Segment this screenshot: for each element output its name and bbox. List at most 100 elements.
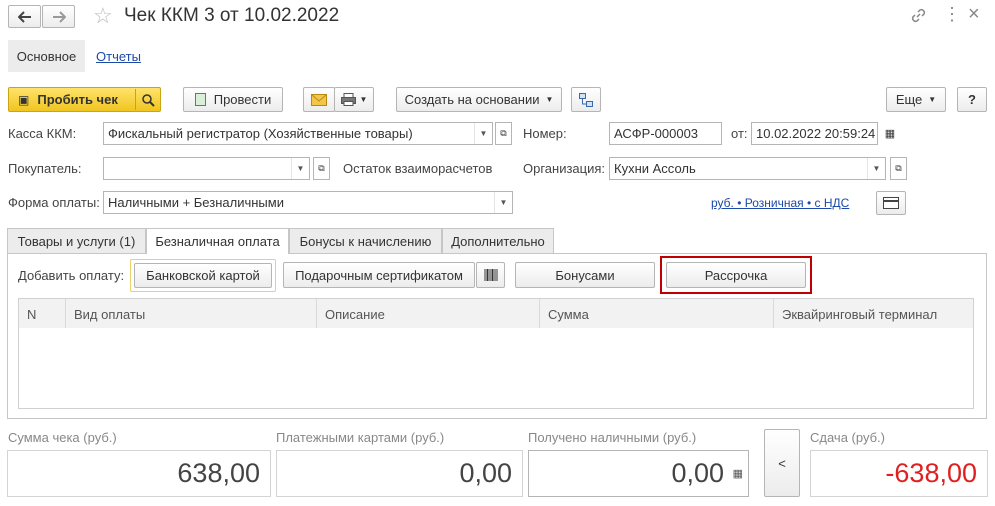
from-label: от: xyxy=(731,126,748,141)
barcode-icon xyxy=(484,269,497,281)
structure-icon xyxy=(579,92,593,107)
tab-goods-label: Товары и услуги (1) xyxy=(17,233,136,249)
column-n: N xyxy=(19,299,66,329)
column-payment-type: Вид оплаты xyxy=(66,299,317,329)
cash-received-field[interactable]: 0,00 ▦ xyxy=(528,450,749,497)
bank-card-label: Банковской картой xyxy=(146,268,260,283)
date-field[interactable]: 10.02.2022 20:59:24 xyxy=(751,122,878,145)
column-sum: Сумма xyxy=(540,299,774,329)
tab-cashless[interactable]: Безналичная оплата xyxy=(146,228,289,254)
cash-register-button[interactable] xyxy=(876,191,906,215)
forward-button[interactable] xyxy=(42,5,75,28)
punch-check-label: Пробить чек xyxy=(37,92,118,107)
org-field[interactable]: Кухни Ассоль ▼ xyxy=(609,157,886,180)
chevron-down-icon: ▼ xyxy=(545,95,554,104)
installment-button[interactable]: Рассрочка xyxy=(666,262,806,288)
kassa-value: Фискальный регистратор (Хозяйственные то… xyxy=(108,126,413,141)
change-calc-button[interactable]: < xyxy=(764,429,800,497)
change-value: -638,00 xyxy=(810,450,988,497)
tab-cashless-label: Безналичная оплата xyxy=(155,234,280,249)
tab-bonuses-label: Бонусы к начислению xyxy=(299,233,432,249)
installment-label: Рассрочка xyxy=(704,267,768,283)
kassa-label: Касса ККМ: xyxy=(8,126,77,141)
chevron-down-icon[interactable]: ▼ xyxy=(474,123,492,144)
post-button[interactable]: Провести xyxy=(183,87,283,112)
number-value: АСФР-000003 xyxy=(614,126,699,141)
barcode-button[interactable] xyxy=(476,262,505,288)
calculator-icon[interactable]: ▦ xyxy=(733,467,743,480)
number-field[interactable]: АСФР-000003 xyxy=(609,122,722,145)
buyer-label: Покупатель: xyxy=(8,161,82,176)
bonuses-button[interactable]: Бонусами xyxy=(515,262,655,288)
create-based-label: Создать на основании xyxy=(404,92,540,107)
printer-icon: ▣ xyxy=(18,92,30,107)
payform-value: Наличными + Безналичными xyxy=(108,195,284,210)
buyer-open-button[interactable]: ⧉ xyxy=(313,157,330,180)
cash-received-value: 0,00 xyxy=(671,458,724,488)
card-icon xyxy=(883,197,899,209)
card-sum-value: 0,00 xyxy=(276,450,523,497)
more-button[interactable]: Еще ▼ xyxy=(886,87,946,112)
card-sum-label: Платежными картами (руб.) xyxy=(276,430,445,445)
chevron-down-icon[interactable]: ▼ xyxy=(291,158,309,179)
gift-cert-label: Подарочным сертификатом xyxy=(295,267,463,283)
favorite-star-icon[interactable]: ☆ xyxy=(93,4,113,28)
number-label: Номер: xyxy=(523,126,567,141)
add-payment-label: Добавить оплату: xyxy=(18,268,125,283)
help-button[interactable]: ? xyxy=(957,87,987,112)
org-value: Кухни Ассоль xyxy=(614,161,696,176)
zoom-icon[interactable] xyxy=(135,89,159,110)
bank-card-inner: Банковской картой xyxy=(134,263,272,288)
tab-additional[interactable]: Дополнительно xyxy=(442,228,554,253)
back-button[interactable] xyxy=(8,5,41,28)
bank-card-button[interactable]: Банковской картой xyxy=(130,259,276,292)
chevron-down-icon[interactable]: ▼ xyxy=(867,158,885,179)
column-terminal: Эквайринговый терминал xyxy=(782,306,938,322)
tab-goods[interactable]: Товары и услуги (1) xyxy=(7,228,146,253)
column-description: Описание xyxy=(317,299,540,329)
check-sum-value: 638,00 xyxy=(7,450,271,497)
link-icon[interactable] xyxy=(910,7,927,27)
arrow-right-icon xyxy=(52,10,66,23)
create-based-button[interactable]: Создать на основании ▼ xyxy=(396,87,562,112)
print-button[interactable]: ▼ xyxy=(334,87,374,112)
cash-received-label: Получено наличными (руб.) xyxy=(528,430,697,445)
more-label: Еще xyxy=(895,92,923,107)
page-title: Чек ККМ 3 от 10.02.2022 xyxy=(124,5,340,26)
org-open-button[interactable]: ⧉ xyxy=(890,157,907,180)
date-value: 10.02.2022 20:59:24 xyxy=(756,126,876,141)
gift-cert-button[interactable]: Подарочным сертификатом xyxy=(283,262,475,288)
payform-label: Форма оплаты: xyxy=(8,195,100,210)
chevron-down-icon: ▼ xyxy=(359,95,368,104)
open-window-icon: ⧉ xyxy=(318,163,325,173)
calendar-icon[interactable]: ▦ xyxy=(880,122,900,145)
open-window-icon: ⧉ xyxy=(500,128,507,138)
chevron-down-icon[interactable]: ▼ xyxy=(494,192,512,213)
tab-reports[interactable]: Отчеты xyxy=(96,49,141,64)
price-settings-link[interactable]: руб. • Розничная • с НДС xyxy=(711,196,849,210)
balance-label: Остаток взаиморасчетов xyxy=(343,161,493,176)
more-options-icon[interactable]: ⋮ xyxy=(943,4,961,25)
arrow-left-icon xyxy=(17,10,31,23)
post-icon xyxy=(194,93,206,106)
tab-additional-label: Дополнительно xyxy=(451,233,545,249)
envelope-icon xyxy=(311,93,327,106)
chevron-down-icon: ▼ xyxy=(928,95,937,104)
tab-main[interactable]: Основное xyxy=(8,40,85,72)
payform-field[interactable]: Наличными + Безналичными ▼ xyxy=(103,191,513,214)
org-label: Организация: xyxy=(523,161,606,176)
tab-bonuses[interactable]: Бонусы к начислению xyxy=(289,228,442,253)
payment-grid-header: N Вид оплаты Описание Сумма Эквайринговы… xyxy=(18,298,974,329)
mail-button[interactable] xyxy=(303,87,335,112)
change-label: Сдача (руб.) xyxy=(810,430,885,445)
kassa-open-button[interactable]: ⧉ xyxy=(495,122,512,145)
kassa-field[interactable]: Фискальный регистратор (Хозяйственные то… xyxy=(103,122,493,145)
check-sum-label: Сумма чека (руб.) xyxy=(8,430,117,445)
bonuses-label: Бонусами xyxy=(555,267,615,283)
print-icon xyxy=(340,93,356,106)
open-window-icon: ⧉ xyxy=(895,163,902,173)
buyer-field[interactable]: ▼ xyxy=(103,157,310,180)
structure-button[interactable] xyxy=(571,87,601,112)
payment-grid-body[interactable] xyxy=(18,328,974,409)
close-icon[interactable]: × xyxy=(968,3,980,26)
